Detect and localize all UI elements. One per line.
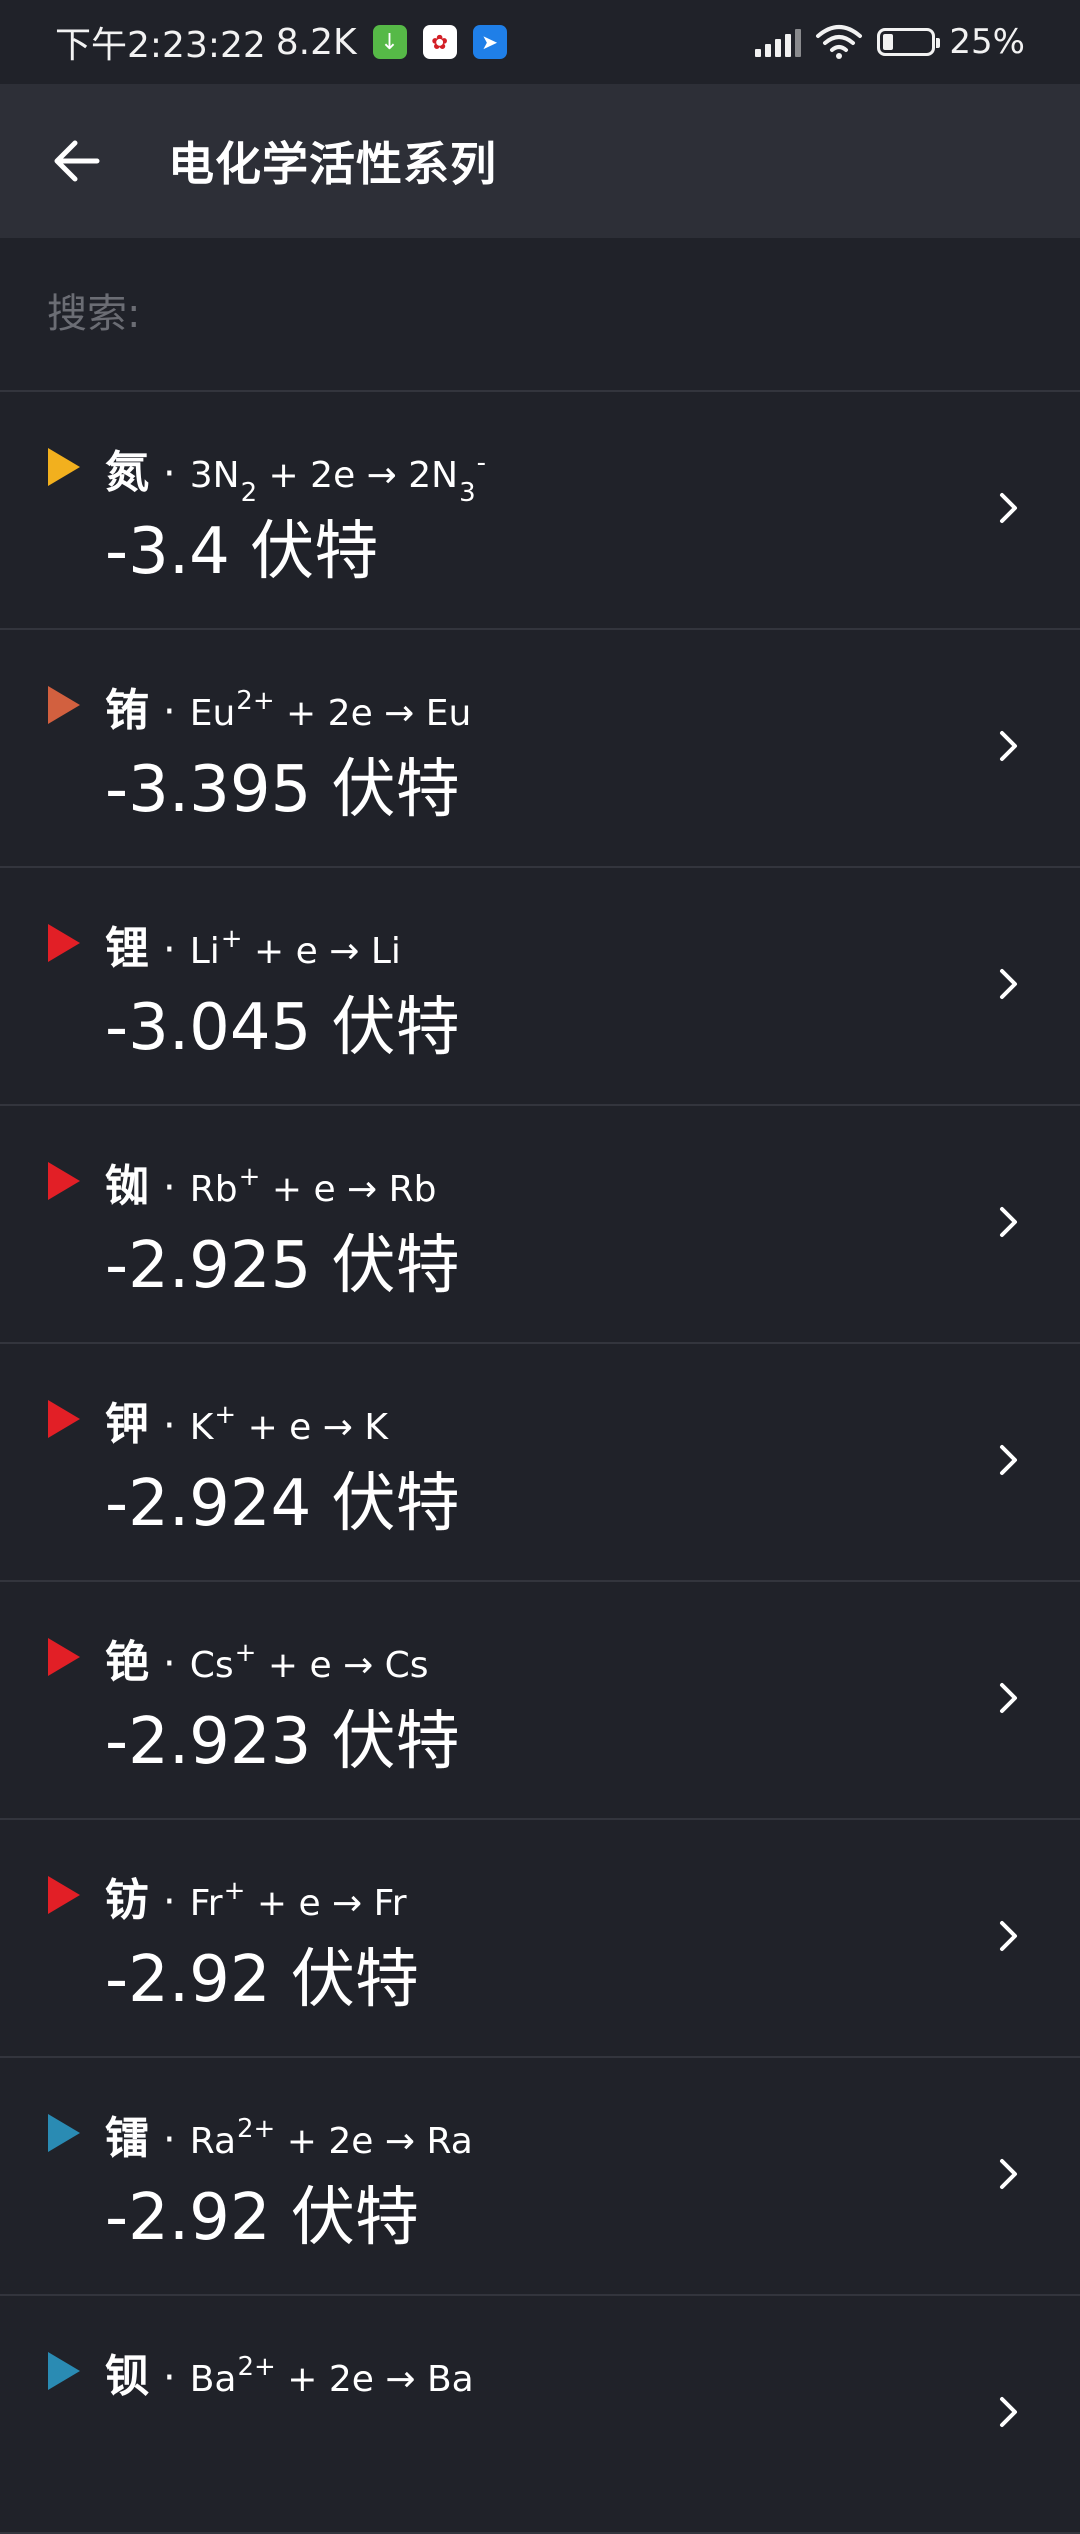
separator-dot: · [163,689,176,735]
search-bar[interactable] [0,238,1080,392]
separator-dot: · [163,451,176,497]
series-marker-icon [48,1638,80,1676]
chevron-right-icon [994,1440,1024,1480]
series-marker-icon [48,686,80,724]
electrode-potential: -2.924 伏特 [105,1467,460,1541]
half-reaction-equation: 3N2 + 2e → 2N3- [189,448,487,508]
reaction-line: 铕 · Eu2+ + 2e → Eu [105,674,471,738]
reaction-line: 铯 · Cs+ + e → Cs [105,1626,429,1690]
chevron-right-icon [994,1916,1024,1956]
series-marker-icon [48,1876,80,1914]
element-name: 铯 [105,1637,149,1688]
element-name: 钾 [105,1399,149,1450]
download-icon: ↓ [372,25,407,59]
chevron-right-icon [994,964,1024,1004]
half-reaction-equation: Ra2+ + 2e → Ra [189,2114,473,2162]
app-bar: 电化学活性系列 [0,84,1080,238]
back-button[interactable] [42,126,112,196]
reaction-line: 镭 · Ra2+ + 2e → Ra [105,2102,473,2166]
network-speed: 8.2K [275,21,357,63]
electrode-potential: -2.92 伏特 [105,1943,419,2017]
arrow-left-icon [54,140,100,182]
chevron-right-icon [994,2154,1024,2194]
half-reaction-equation: Rb+ + e → Rb [189,1162,437,1210]
element-name: 铷 [105,1161,149,1212]
electrode-potential: -2.92 伏特 [105,2181,419,2255]
series-marker-icon [48,924,80,962]
electrode-potential: -2.923 伏特 [105,1705,460,1779]
element-name: 氮 [105,447,149,498]
list-item[interactable]: 铯 · Cs+ + e → Cs -2.923 伏特 [0,1582,1080,1820]
half-reaction-equation: Ba2+ + 2e → Ba [189,2352,474,2400]
half-reaction-equation: Li+ + e → Li [189,924,401,972]
element-name: 铕 [105,685,149,736]
separator-dot: · [163,2355,176,2401]
battery-icon [877,28,941,56]
list-item[interactable]: 钾 · K+ + e → K -2.924 伏特 [0,1344,1080,1582]
element-name: 钫 [105,1875,149,1926]
series-marker-icon [48,2114,80,2152]
reaction-line: 氮 · 3N2 + 2e → 2N3- [105,436,487,508]
series-marker-icon [48,448,80,486]
china-unicom-icon: ✿ [422,25,457,59]
status-bar: 下午2:23:22 8.2K ↓ ✿ ➤ 25% [0,0,1080,84]
separator-dot: · [163,1641,176,1687]
search-input[interactable] [45,290,1009,338]
chevron-right-icon [994,488,1024,528]
series-marker-icon [48,1162,80,1200]
element-name: 钡 [105,2351,149,2402]
half-reaction-equation: Fr+ + e → Fr [189,1876,407,1924]
status-right: 25% [755,22,1025,62]
reaction-line: 铷 · Rb+ + e → Rb [105,1150,437,1214]
reaction-line: 钫 · Fr+ + e → Fr [105,1864,407,1928]
wifi-icon [816,25,863,59]
list-item[interactable]: 钫 · Fr+ + e → Fr -2.92 伏特 [0,1820,1080,2058]
list-item[interactable]: 钡 · Ba2+ + 2e → Ba [0,2296,1080,2534]
chevron-right-icon [994,1678,1024,1718]
separator-dot: · [163,1879,176,1925]
series-marker-icon [48,1400,80,1438]
separator-dot: · [163,1165,176,1211]
reaction-line: 钡 · Ba2+ + 2e → Ba [105,2340,474,2404]
list-item[interactable]: 镭 · Ra2+ + 2e → Ra -2.92 伏特 [0,2058,1080,2296]
status-time: 下午2:23:22 [55,25,266,66]
electrode-potential: -3.045 伏特 [105,991,460,1065]
signal-icon [755,27,802,57]
chevron-right-icon [994,726,1024,766]
series-marker-icon [48,2352,80,2390]
half-reaction-equation: Eu2+ + 2e → Eu [189,686,472,734]
chevron-right-icon [994,1202,1024,1242]
element-name: 锂 [105,923,149,974]
electrode-potential: -3.4 伏特 [105,515,379,589]
list-item[interactable]: 铕 · Eu2+ + 2e → Eu -3.395 伏特 [0,630,1080,868]
battery-percent: 25% [949,22,1025,62]
reaction-line: 锂 · Li+ + e → Li [105,912,401,976]
half-reaction-equation: Cs+ + e → Cs [189,1638,429,1686]
potential-list: 氮 · 3N2 + 2e → 2N3- -3.4 伏特 铕 · Eu2+ + 2… [0,392,1080,2534]
separator-dot: · [163,1403,176,1449]
electrode-potential: -2.925 伏特 [105,1229,460,1303]
reaction-line: 钾 · K+ + e → K [105,1388,388,1452]
list-item[interactable]: 氮 · 3N2 + 2e → 2N3- -3.4 伏特 [0,392,1080,630]
half-reaction-equation: K+ + e → K [189,1400,388,1448]
page-title: 电化学活性系列 [168,137,497,191]
app-notification-icon: ➤ [472,25,507,59]
list-item[interactable]: 铷 · Rb+ + e → Rb -2.925 伏特 [0,1106,1080,1344]
list-item[interactable]: 锂 · Li+ + e → Li -3.045 伏特 [0,868,1080,1106]
chevron-right-icon [994,2392,1024,2432]
status-left: 下午2:23:22 8.2K ↓ ✿ ➤ [55,16,507,68]
element-name: 镭 [105,2113,149,2164]
separator-dot: · [163,927,176,973]
electrode-potential: -3.395 伏特 [105,753,460,827]
separator-dot: · [163,2117,176,2163]
